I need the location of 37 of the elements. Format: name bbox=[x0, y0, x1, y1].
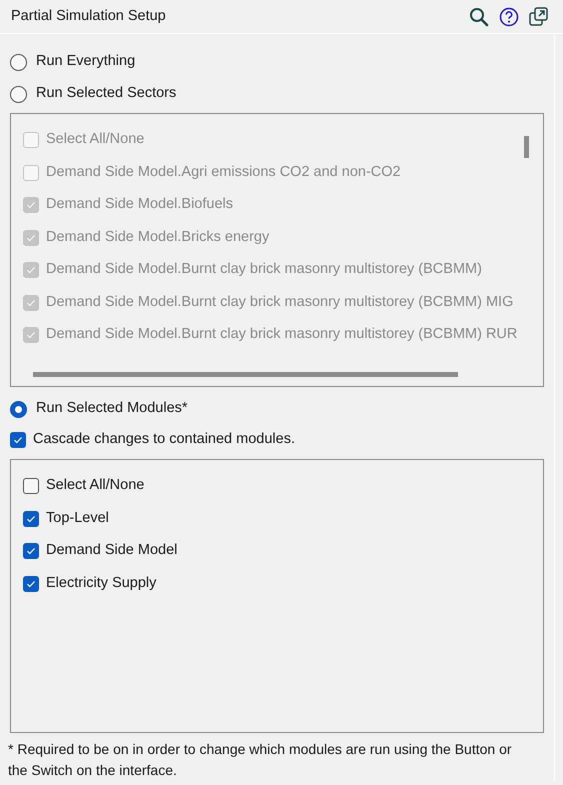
check-icon bbox=[26, 546, 36, 556]
checkbox-label: Select All/None bbox=[46, 130, 144, 150]
footnote: * Required to be on in order to change which modules are run using the Button or the Switch on the interface. bbox=[8, 740, 513, 780]
check-icon bbox=[26, 578, 36, 589]
checkbox[interactable] bbox=[23, 478, 39, 494]
checkbox-label: Demand Side Model bbox=[46, 541, 178, 560]
checkbox-label: Demand Side Model.Burnt clay brick masonry multistorey (BCBMM) MIG bbox=[46, 292, 514, 312]
radio-label: Run Selected Modules* bbox=[36, 399, 188, 418]
checkbox[interactable] bbox=[23, 576, 39, 592]
checkbox[interactable] bbox=[23, 510, 39, 527]
radio-label: Run Selected Sectors bbox=[36, 84, 176, 104]
check-icon bbox=[26, 330, 36, 340]
panel-title: Partial Simulation Setup bbox=[11, 6, 166, 26]
checkbox-label: Demand Side Model.Burnt clay brick masonry multistorey (BCBMM) bbox=[46, 260, 482, 280]
check-icon bbox=[13, 435, 23, 445]
checkbox[interactable] bbox=[23, 543, 39, 560]
radio-button[interactable] bbox=[10, 54, 27, 70]
check-icon bbox=[26, 298, 36, 308]
checkbox[interactable] bbox=[10, 432, 26, 448]
radio-label: Run Everything bbox=[36, 52, 136, 72]
search-icon[interactable] bbox=[469, 6, 489, 26]
checkbox-label: Demand Side Model.Biofuels bbox=[46, 195, 233, 214]
checkbox-label: Cascade changes to contained modules. bbox=[33, 430, 295, 450]
radio-button[interactable] bbox=[10, 400, 27, 418]
checkbox-label: Top-Level bbox=[46, 508, 109, 528]
check-icon bbox=[26, 200, 36, 210]
pop-out-icon[interactable] bbox=[529, 6, 549, 26]
check-icon bbox=[26, 232, 36, 243]
checkbox-label: Electricity Supply bbox=[46, 574, 156, 593]
check-icon bbox=[26, 514, 36, 524]
checkbox-label: Select All/None bbox=[46, 476, 144, 496]
check-icon bbox=[26, 265, 36, 276]
checkbox-label: Demand Side Model.Bricks energy bbox=[46, 228, 270, 247]
radio-button[interactable] bbox=[10, 86, 27, 102]
help-icon[interactable] bbox=[499, 6, 519, 26]
checkbox-label: Demand Side Model.Burnt clay brick masonry multistorey (BCBMM) RUR bbox=[46, 325, 517, 344]
checkbox-label: Demand Side Model.Agri emissions CO2 and non-CO2 bbox=[46, 162, 401, 182]
